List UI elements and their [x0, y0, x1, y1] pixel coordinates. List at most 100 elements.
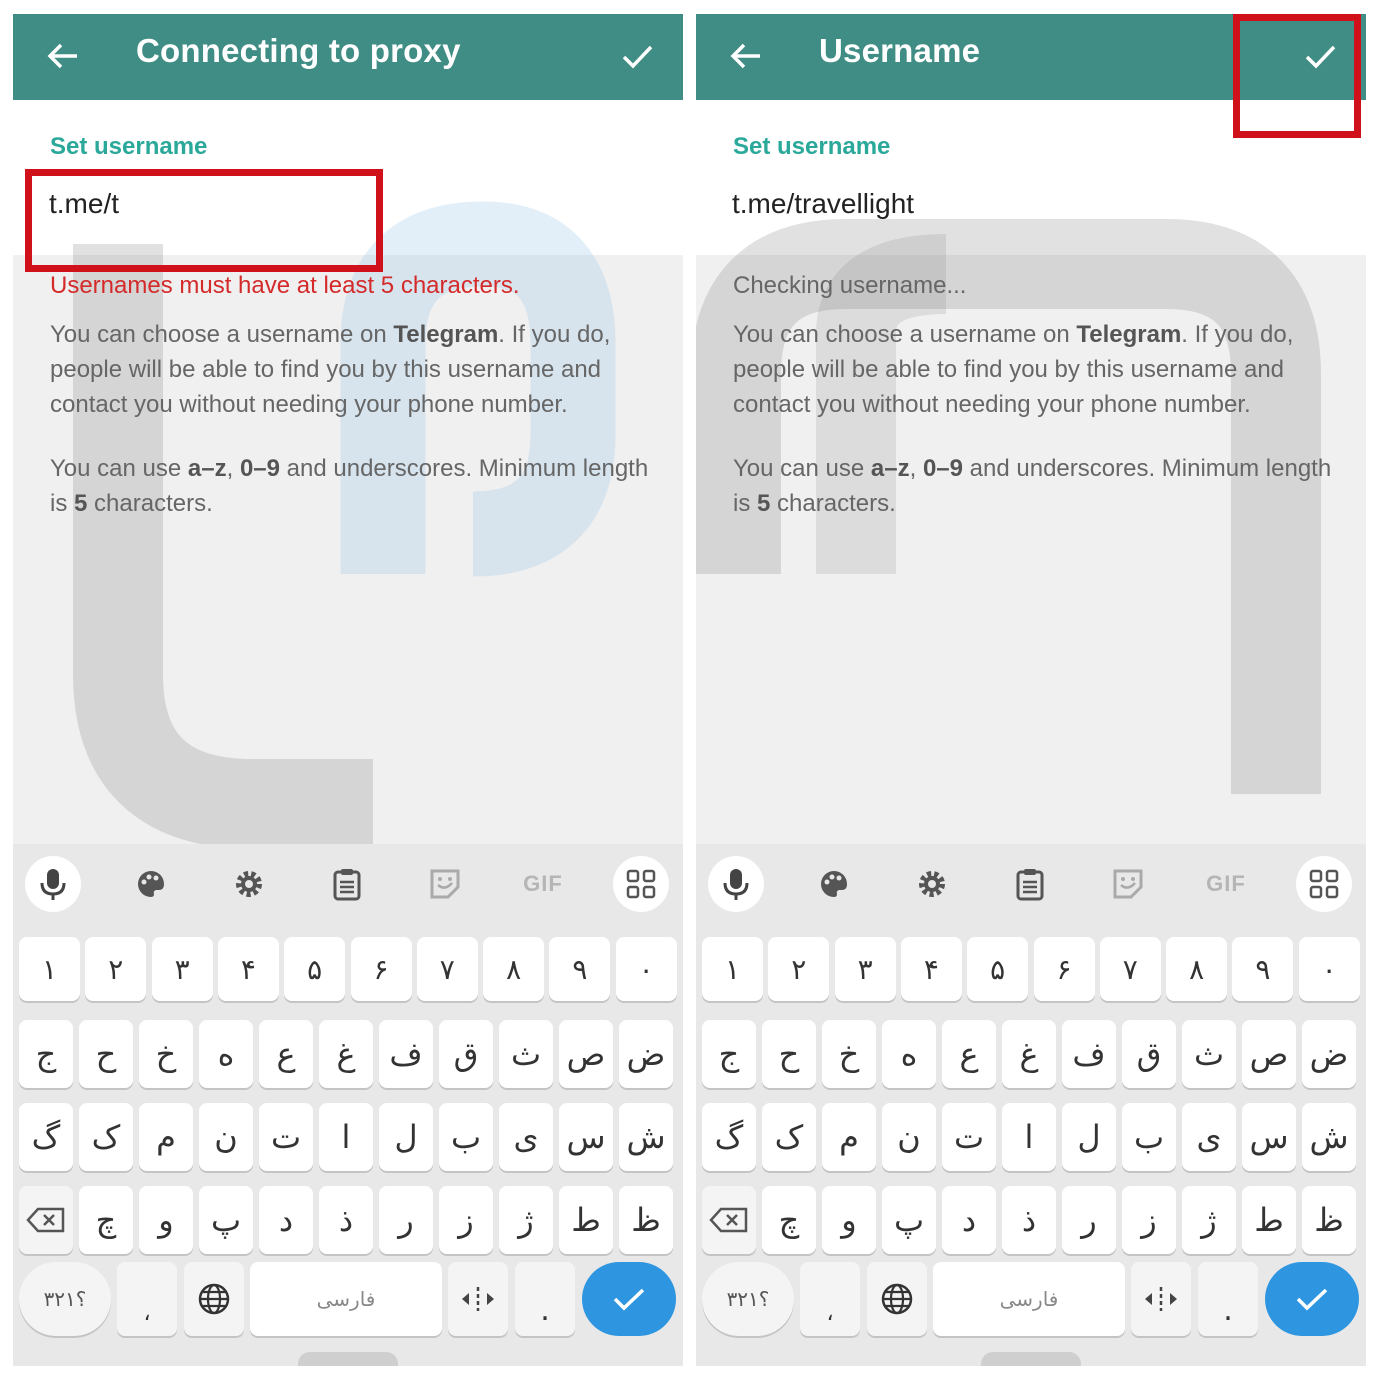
mic-icon[interactable]	[708, 856, 764, 912]
key-letter[interactable]: ا	[1002, 1103, 1056, 1171]
key-letter[interactable]: ص	[1242, 1020, 1296, 1088]
key-number[interactable]: ۸	[483, 937, 545, 1001]
key-letter[interactable]: ح	[79, 1020, 133, 1088]
key-letter[interactable]: ا	[319, 1103, 373, 1171]
gear-icon[interactable]	[904, 856, 960, 912]
clipboard-icon[interactable]	[319, 856, 375, 912]
backspace-key[interactable]	[702, 1186, 756, 1254]
key-letter[interactable]: گ	[702, 1103, 756, 1171]
clipboard-icon[interactable]	[1002, 856, 1058, 912]
key-letter[interactable]: ذ	[319, 1186, 373, 1254]
key-letter[interactable]: چ	[762, 1186, 816, 1254]
language-switch-key[interactable]	[184, 1262, 244, 1336]
key-letter[interactable]: پ	[199, 1186, 253, 1254]
symbols-key[interactable]: ؟۳۲۱	[19, 1262, 111, 1336]
backspace-key[interactable]	[19, 1186, 73, 1254]
key-letter[interactable]: ظ	[619, 1186, 673, 1254]
key-letter[interactable]: ک	[79, 1103, 133, 1171]
key-number[interactable]: ۴	[217, 937, 279, 1001]
key-letter[interactable]: خ	[139, 1020, 193, 1088]
key-number[interactable]: ۷	[416, 937, 478, 1001]
key-letter[interactable]: ی	[499, 1103, 553, 1171]
key-letter[interactable]: ظ	[1302, 1186, 1356, 1254]
key-letter[interactable]: ث	[499, 1020, 553, 1088]
key-letter[interactable]: ب	[1122, 1103, 1176, 1171]
key-letter[interactable]: ک	[762, 1103, 816, 1171]
key-letter[interactable]: ش	[1302, 1103, 1356, 1171]
gear-icon[interactable]	[221, 856, 277, 912]
key-letter[interactable]: ق	[439, 1020, 493, 1088]
key-letter[interactable]: ه	[199, 1020, 253, 1088]
done-check-icon[interactable]	[617, 36, 657, 76]
key-number[interactable]: ۰	[615, 937, 677, 1001]
key-letter[interactable]: ط	[559, 1186, 613, 1254]
enter-check-key[interactable]	[1265, 1262, 1359, 1336]
comma-key[interactable]: ،	[800, 1262, 860, 1336]
key-letter[interactable]: ر	[379, 1186, 433, 1254]
back-arrow-icon[interactable]	[726, 36, 766, 76]
username-input[interactable]: t.me/travellight	[732, 188, 914, 220]
key-letter[interactable]: س	[559, 1103, 613, 1171]
key-number[interactable]: ۲	[768, 937, 830, 1001]
key-letter[interactable]: ع	[259, 1020, 313, 1088]
back-arrow-icon[interactable]	[43, 36, 83, 76]
key-letter[interactable]: ج	[19, 1020, 73, 1088]
key-number[interactable]: ۹	[1232, 937, 1294, 1001]
key-number[interactable]: ۳	[834, 937, 896, 1001]
key-number[interactable]: ۵	[284, 937, 346, 1001]
key-number[interactable]: ۹	[549, 937, 611, 1001]
space-key[interactable]: فارسی	[250, 1262, 442, 1336]
enter-check-key[interactable]	[582, 1262, 676, 1336]
apps-grid-icon[interactable]	[613, 856, 669, 912]
key-letter[interactable]: ل	[379, 1103, 433, 1171]
palette-icon[interactable]	[123, 856, 179, 912]
key-letter[interactable]: م	[139, 1103, 193, 1171]
key-letter[interactable]: غ	[1002, 1020, 1056, 1088]
key-letter[interactable]: ن	[199, 1103, 253, 1171]
key-number[interactable]: ۶	[350, 937, 412, 1001]
key-letter[interactable]: ض	[619, 1020, 673, 1088]
period-key[interactable]: .	[1198, 1262, 1258, 1336]
key-letter[interactable]: چ	[79, 1186, 133, 1254]
key-letter[interactable]: ط	[1242, 1186, 1296, 1254]
period-key[interactable]: .	[515, 1262, 575, 1336]
key-letter[interactable]: ر	[1062, 1186, 1116, 1254]
key-letter[interactable]: و	[822, 1186, 876, 1254]
gif-button[interactable]: GIF	[515, 856, 571, 912]
sticker-icon[interactable]	[417, 856, 473, 912]
key-letter[interactable]: پ	[882, 1186, 936, 1254]
key-letter[interactable]: ز	[1122, 1186, 1176, 1254]
key-number[interactable]: ۰	[1298, 937, 1360, 1001]
cursor-move-key[interactable]	[1131, 1262, 1191, 1336]
apps-grid-icon[interactable]	[1296, 856, 1352, 912]
key-number[interactable]: ۳	[151, 937, 213, 1001]
key-number[interactable]: ۴	[900, 937, 962, 1001]
key-letter[interactable]: ذ	[1002, 1186, 1056, 1254]
comma-key[interactable]: ،	[117, 1262, 177, 1336]
key-letter[interactable]: س	[1242, 1103, 1296, 1171]
key-letter[interactable]: خ	[822, 1020, 876, 1088]
key-letter[interactable]: ب	[439, 1103, 493, 1171]
cursor-move-key[interactable]	[448, 1262, 508, 1336]
space-key[interactable]: فارسی	[933, 1262, 1125, 1336]
key-letter[interactable]: ج	[702, 1020, 756, 1088]
key-letter[interactable]: ق	[1122, 1020, 1176, 1088]
key-letter[interactable]: ح	[762, 1020, 816, 1088]
key-letter[interactable]: ض	[1302, 1020, 1356, 1088]
key-letter[interactable]: ت	[942, 1103, 996, 1171]
key-letter[interactable]: ع	[942, 1020, 996, 1088]
palette-icon[interactable]	[806, 856, 862, 912]
sticker-icon[interactable]	[1100, 856, 1156, 912]
language-switch-key[interactable]	[867, 1262, 927, 1336]
key-number[interactable]: ۱	[702, 937, 763, 1001]
key-number[interactable]: ۸	[1166, 937, 1228, 1001]
key-letter[interactable]: ص	[559, 1020, 613, 1088]
key-letter[interactable]: ت	[259, 1103, 313, 1171]
key-number[interactable]: ۷	[1099, 937, 1161, 1001]
key-letter[interactable]: ز	[439, 1186, 493, 1254]
key-number[interactable]: ۵	[967, 937, 1029, 1001]
key-number[interactable]: ۲	[85, 937, 147, 1001]
key-number[interactable]: ۶	[1033, 937, 1095, 1001]
key-letter[interactable]: م	[822, 1103, 876, 1171]
key-letter[interactable]: ف	[379, 1020, 433, 1088]
